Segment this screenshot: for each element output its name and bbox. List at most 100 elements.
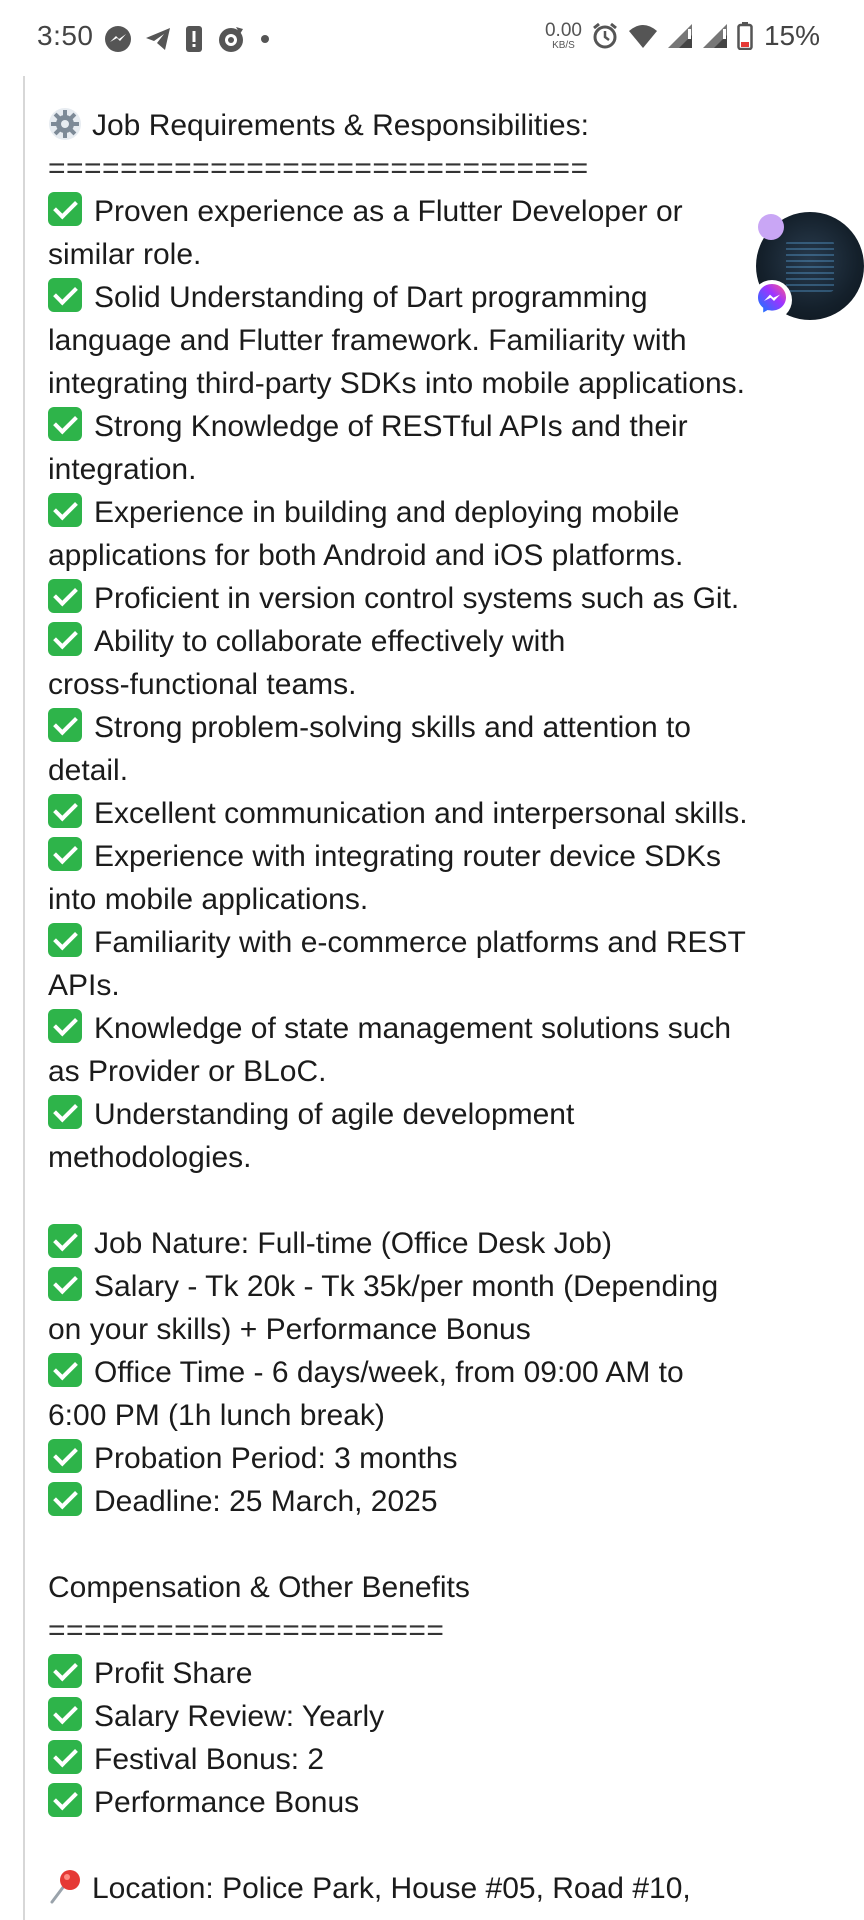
job-detail-item-text: Deadline: 25 March, 2025: [94, 1485, 438, 1518]
requirement-item-line: Strong problem-solving skills and attent…: [48, 706, 828, 749]
requirement-item-line: Experience with integrating router devic…: [48, 835, 828, 878]
requirement-item-text: Excellent communication and interpersona…: [94, 797, 748, 830]
location-text: Location: Police Park, House #05, Road #…: [92, 1872, 691, 1905]
check-mark-icon: [48, 1482, 82, 1516]
telegram-icon: [144, 25, 172, 53]
check-mark-icon: [48, 1740, 82, 1774]
check-mark-icon: [48, 1009, 82, 1043]
requirements-heading: Job Requirements & Responsibilities:: [48, 104, 828, 147]
screen: 3:50 0.00 KB/S 15% Job Requirements & Re…: [0, 0, 864, 1920]
network-speed-value: 0.00: [544, 20, 582, 41]
requirement-item-line: methodologies.: [48, 1136, 828, 1179]
requirement-item-text: Experience in building and deploying mob…: [94, 496, 680, 529]
battery-icon: [737, 22, 753, 50]
job-detail-item-text: Office Time - 6 days/week, from 09:00 AM…: [94, 1356, 684, 1389]
requirement-item: Proficient in version control systems su…: [48, 577, 828, 620]
benefit-item-text: Profit Share: [94, 1657, 253, 1690]
requirement-item-line: Excellent communication and interpersona…: [48, 792, 828, 835]
chat-head-avatar: [786, 240, 834, 292]
job-detail-item-line: 6:00 PM (1h lunch break): [48, 1394, 828, 1437]
check-mark-icon: [48, 794, 82, 828]
requirement-item-text: APIs.: [48, 969, 120, 1002]
signal-icon: [667, 23, 693, 49]
benefit-item-text: Salary Review: Yearly: [94, 1700, 385, 1733]
job-detail-item-text: Job Nature: Full-time (Office Desk Job): [94, 1227, 612, 1260]
requirement-item: Proven experience as a Flutter Developer…: [48, 190, 828, 276]
alert-icon: [184, 25, 204, 53]
benefit-item: Profit Share: [48, 1652, 828, 1695]
chat-head-unread-dot: [758, 214, 784, 240]
requirement-item: Ability to collaborate effectively with c…: [48, 620, 828, 706]
job-detail-item-line: Salary - Tk 20k - Tk 35k/per month (Depe…: [48, 1265, 828, 1308]
benefits-list: Profit Share Salary Review: Yearly Festiva…: [48, 1652, 828, 1824]
benefit-item-text: Festival Bonus: 2: [94, 1743, 325, 1776]
job-detail-item-line: Office Time - 6 days/week, from 09:00 AM…: [48, 1351, 828, 1394]
network-speed: 0.00 KB/S: [545, 21, 582, 51]
job-detail-item-line: Probation Period: 3 months: [48, 1437, 828, 1480]
requirements-heading-text: Job Requirements & Responsibilities:: [92, 109, 589, 142]
requirement-item: Strong Knowledge of RESTful APIs and the…: [48, 405, 828, 491]
requirement-item-text: Experience with integrating router devic…: [94, 840, 721, 873]
job-detail-item-line: Deadline: 25 March, 2025: [48, 1480, 828, 1523]
messenger-icon: [104, 25, 132, 53]
requirement-item-line: Strong Knowledge of RESTful APIs and the…: [48, 405, 828, 448]
check-mark-icon: [48, 1224, 82, 1258]
check-mark-icon: [48, 1095, 82, 1129]
benefit-item-text: Performance Bonus: [94, 1786, 360, 1819]
benefit-item: Performance Bonus: [48, 1781, 828, 1824]
requirement-item-text: language and Flutter framework. Familiar…: [48, 324, 687, 357]
benefit-item-line: Festival Bonus: 2: [48, 1738, 828, 1781]
check-mark-icon: [48, 493, 82, 527]
job-detail-item-text: Probation Period: 3 months: [94, 1442, 458, 1475]
wifi-icon: [628, 23, 658, 49]
requirement-item-line: integration.: [48, 448, 828, 491]
requirement-item-line: APIs.: [48, 964, 828, 1007]
requirement-item-text: integration.: [48, 453, 197, 486]
benefit-item: Salary Review: Yearly: [48, 1695, 828, 1738]
app-icon: [216, 24, 246, 54]
requirement-item-text: Solid Understanding of Dart programming: [94, 281, 648, 314]
post-left-border: [23, 76, 25, 1920]
requirement-item: Solid Understanding of Dart programming l…: [48, 276, 828, 405]
pushpin-icon: [48, 1868, 82, 1916]
signal-icon: [702, 23, 728, 49]
requirements-separator: ==============================: [48, 152, 589, 185]
requirement-item-line: similar role.: [48, 233, 828, 276]
network-speed-unit: KB/S: [552, 40, 575, 51]
requirements-list: Proven experience as a Flutter Developer…: [48, 190, 828, 1179]
job-detail-item-text: on your skills) + Performance Bonus: [48, 1313, 531, 1346]
requirement-item-text: detail.: [48, 754, 129, 787]
check-mark-icon: [48, 407, 82, 441]
benefit-item-line: Performance Bonus: [48, 1781, 828, 1824]
messenger-badge: [752, 280, 792, 320]
requirement-item-text: Proven experience as a Flutter Developer…: [94, 195, 683, 228]
job-details-list: Job Nature: Full-time (Office Desk Job) S…: [48, 1222, 828, 1523]
requirement-item-line: Experience in building and deploying mob…: [48, 491, 828, 534]
check-mark-icon: [48, 1697, 82, 1731]
check-mark-icon: [48, 192, 82, 226]
requirement-item-line: Proven experience as a Flutter Developer…: [48, 190, 828, 233]
requirement-item-line: detail.: [48, 749, 828, 792]
more-dot-icon: [258, 32, 272, 46]
job-detail-item: Deadline: 25 March, 2025: [48, 1480, 828, 1523]
check-mark-icon: [48, 1439, 82, 1473]
location-line: Location: Police Park, House #05, Road #…: [48, 1867, 828, 1910]
requirement-item-text: Knowledge of state management solutions …: [94, 1012, 732, 1045]
requirement-item: Strong problem-solving skills and attent…: [48, 706, 828, 792]
check-mark-icon: [48, 622, 82, 656]
benefits-heading: Compensation & Other Benefits: [48, 1571, 470, 1604]
job-detail-item: Office Time - 6 days/week, from 09:00 AM…: [48, 1351, 828, 1437]
requirement-item-line: as Provider or BLoC.: [48, 1050, 828, 1093]
requirement-item: Experience in building and deploying mob…: [48, 491, 828, 577]
status-bar: 3:50 0.00 KB/S 15%: [0, 0, 864, 76]
messenger-icon: [756, 282, 788, 319]
alarm-icon: [591, 22, 619, 50]
requirement-item-text: Strong Knowledge of RESTful APIs and the…: [94, 410, 688, 443]
system-icons: 0.00 KB/S 15%: [545, 20, 820, 52]
requirement-item: Knowledge of state management solutions …: [48, 1007, 828, 1093]
requirement-item-line: Knowledge of state management solutions …: [48, 1007, 828, 1050]
requirement-item: Experience with integrating router devic…: [48, 835, 828, 921]
